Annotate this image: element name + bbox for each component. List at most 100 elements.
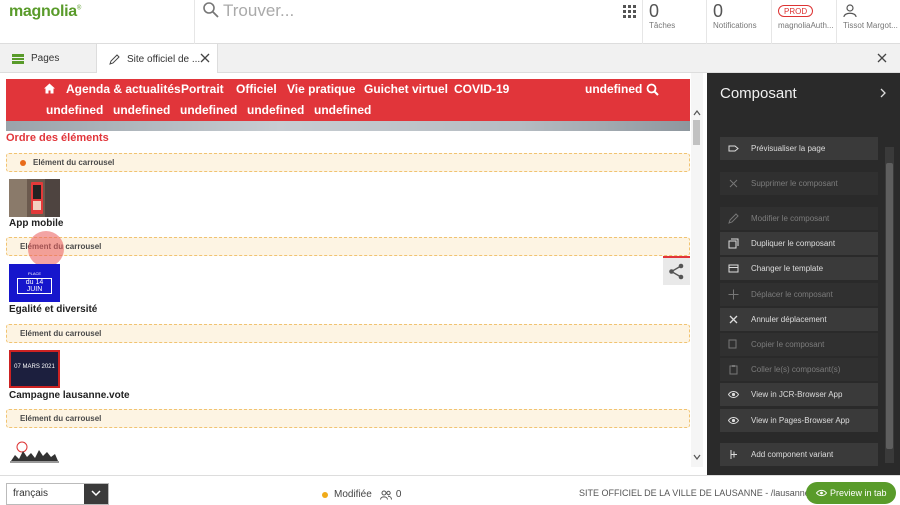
user-icon [843,4,857,18]
action-view-pages-browser[interactable]: View in Pages-Browser App [720,409,878,432]
nav-item[interactable]: Portrait [181,82,224,96]
close-tab-icon[interactable] [200,53,210,63]
tasks-label: Tâches [649,21,676,30]
nav-item[interactable]: Agenda & actualités [66,82,181,96]
users-icon [379,490,392,500]
nav-item[interactable]: Vie pratique [287,82,355,96]
environment-badge: PROD [778,5,814,17]
nav-item[interactable]: undefined [113,103,170,117]
close-app-icon[interactable] [877,53,887,63]
nav-item[interactable]: undefined [46,103,103,117]
home-icon[interactable] [44,83,55,94]
paste-icon [729,365,738,375]
scroll-down-icon[interactable] [692,453,702,461]
environment-label: magnoliaAuth... [778,21,834,30]
action-preview-page[interactable]: Prévisualiser la page [720,137,878,160]
pencil-icon [109,53,120,65]
users-count: 0 [395,489,402,500]
tasks-indicator[interactable]: 0 Tâches [642,0,706,44]
lausanne-skyline-image[interactable] [9,437,60,465]
app-launcher-icon[interactable] [618,2,640,22]
action-label: Dupliquer le composant [751,239,836,248]
user-label: Tissot Margot... [843,21,898,30]
action-view-jcr-browser[interactable]: View in JCR-Browser App [720,383,878,406]
search-icon[interactable] [202,1,220,19]
language-select[interactable]: français [6,483,109,505]
carousel-item-title: App mobile [9,218,64,229]
share-button[interactable] [663,256,690,285]
app-mobile-image[interactable] [9,179,60,217]
tab-pages[interactable]: Pages [0,44,96,73]
07-mars-2021-image[interactable]: 07 MARS 2021 [9,350,60,388]
language-value: français [13,488,49,499]
action-change-template[interactable]: Changer le template [720,257,878,280]
site-path: SITE OFFICIEL DE LA VILLE DE LAUSANNE - … [579,488,810,498]
selected-indicator-dot [20,160,26,166]
carousel-element-bar[interactable]: Elément du carrousel [6,324,690,343]
action-cancel-move[interactable]: Annuler déplacement [720,308,878,331]
magnolia-logo[interactable]: magnolia® [9,3,81,21]
search-area [194,0,609,44]
carousel-element-label: Elément du carrousel [20,329,102,338]
nav-item[interactable]: undefined [180,103,237,117]
chevron-right-icon[interactable] [879,88,887,98]
action-label: Annuler déplacement [751,315,827,324]
action-add-component-variant[interactable]: Add component variant [720,443,878,466]
thumb-caption: 07 MARS 2021 [14,364,55,370]
action-edit-component[interactable]: Modifier le composant [720,207,878,230]
status-label: Modifiée [334,489,372,500]
nav-item[interactable]: Officiel [236,82,277,96]
action-paste-components[interactable]: Coller le(s) composant(s) [720,358,878,381]
preview-in-tab-button[interactable]: Preview in tab [806,482,896,504]
nav-item[interactable]: Guichet virtuel [364,82,448,96]
page-preview[interactable]: Agenda & actualités Portrait Officiel Vi… [0,73,707,475]
nav-item[interactable]: undefined [247,103,304,117]
action-label: View in Pages-Browser App [751,416,850,425]
action-label: Prévisualiser la page [751,144,826,153]
action-label: View in JCR-Browser App [751,390,843,399]
carousel-element-label: Elément du carrousel [33,158,115,167]
app-tab-bar: Pages Site officiel de ... [0,44,900,74]
template-icon [728,264,739,273]
action-label: Supprimer le composant [751,179,838,188]
edit-icon [728,213,739,224]
action-label: Déplacer le composant [751,290,833,299]
action-label: Add component variant [751,450,834,459]
place-du-14-juin-image[interactable]: PLACE du 14 JUIN [9,264,60,302]
action-duplicate-component[interactable]: Dupliquer le composant [720,232,878,255]
preview-scrollbar-thumb[interactable] [693,120,700,145]
action-move-component[interactable]: Déplacer le composant [720,283,878,306]
action-delete-component[interactable]: Supprimer le composant [720,172,878,195]
tab-site-editor[interactable]: Site officiel de ... [96,44,218,74]
carousel-item-title: Campagne lausanne.vote [9,390,130,401]
pages-app-icon [12,53,24,64]
nav-item[interactable]: undefined [585,82,642,96]
search-input[interactable] [223,0,593,22]
carousel-element-bar[interactable]: Elément du carrousel [6,237,690,256]
footer-bar: français Modifiée 0 SITE OFFICIEL DE LA … [0,475,900,505]
thumb-caption: du 14 JUIN [17,278,52,294]
notifications-label: Notifications [713,21,757,30]
move-icon [728,289,739,300]
action-copy-component[interactable]: Copier le composant [720,333,878,356]
carousel-element-bar[interactable]: Elément du carrousel [6,153,690,172]
environment-indicator[interactable]: PROD magnoliaAuth... [771,0,836,44]
user-menu[interactable]: Tissot Margot... [836,0,900,44]
scroll-up-icon[interactable] [692,109,702,117]
copy-icon [728,339,737,349]
nav-item[interactable]: undefined [314,103,371,117]
thumb-caption: PLACE [27,271,42,276]
share-icon [669,263,684,280]
action-label: Coller le(s) composant(s) [751,365,841,374]
notifications-indicator[interactable]: 0 Notifications [706,0,771,44]
language-dropdown-toggle[interactable] [84,484,108,504]
delete-icon [729,179,738,188]
panel-scrollbar-thumb[interactable] [886,163,893,449]
action-label: Changer le template [751,264,824,273]
nav-item[interactable]: COVID-19 [454,82,509,96]
site-search-icon[interactable] [646,83,659,96]
add-variant-icon [730,450,737,459]
panel-title: Composant [720,85,797,102]
carousel-element-label: Elément du carrousel [20,414,102,423]
carousel-element-bar[interactable]: Elément du carrousel [6,409,690,428]
